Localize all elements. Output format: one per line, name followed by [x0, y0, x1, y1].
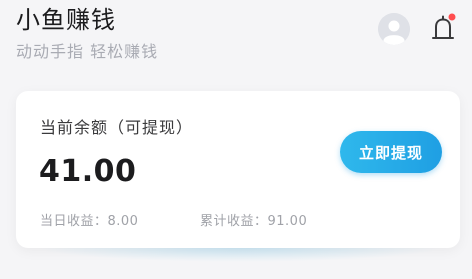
user-avatar-icon[interactable]: [378, 13, 410, 45]
today-earnings: 当日收益：8.00: [40, 214, 139, 229]
header: 小鱼赚钱 动动手指 轻松赚钱: [16, 4, 158, 62]
withdraw-button[interactable]: 立即提现: [340, 131, 442, 173]
app-subtitle: 动动手指 轻松赚钱: [16, 42, 159, 61]
balance-amount: 41.00: [39, 154, 137, 189]
balance-card: 当前余额（可提现） 41.00 立即提现 当日收益：8.00 累计收益：91.0…: [16, 91, 460, 248]
balance-label: 当前余额（可提现）: [40, 118, 194, 137]
screen: 小鱼赚钱 动动手指 轻松赚钱 当前余额（可提现） 41.00 立即提现 当日收益…: [0, 0, 472, 279]
bell-icon[interactable]: [428, 12, 458, 46]
total-earnings: 累计收益：91.00: [200, 214, 308, 229]
app-title: 小鱼赚钱: [16, 6, 116, 34]
